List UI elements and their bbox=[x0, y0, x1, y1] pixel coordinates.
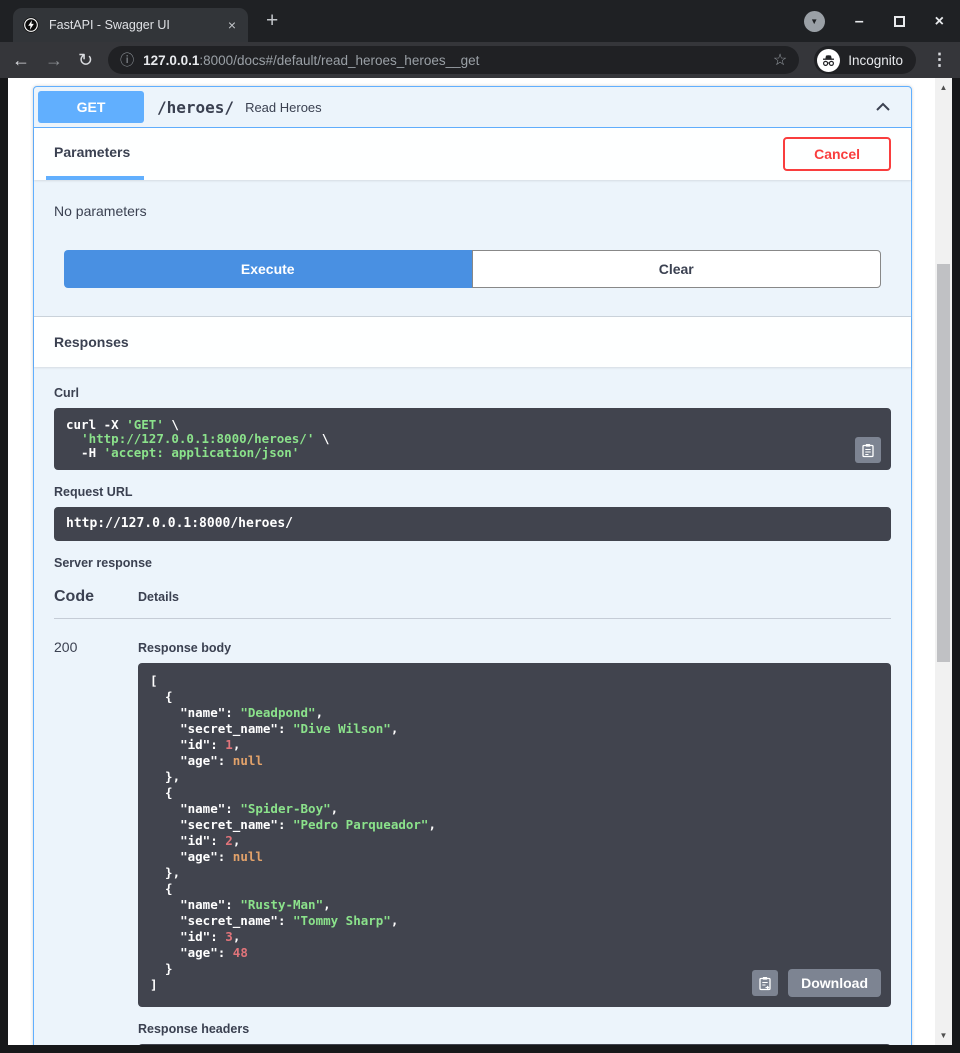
page-scrollbar[interactable]: ▲ ▼ bbox=[935, 78, 952, 1045]
response-body-json: [ { "name": "Deadpond", "secret_name": "… bbox=[150, 673, 879, 993]
incognito-icon bbox=[817, 49, 840, 72]
code-column-header: Code bbox=[54, 588, 138, 606]
minimize-button[interactable]: – bbox=[855, 17, 864, 27]
parameters-header: Parameters Cancel bbox=[34, 128, 911, 180]
tab-title: FastAPI - Swagger UI bbox=[49, 18, 226, 32]
operation-path: /heroes/ bbox=[157, 98, 234, 117]
tab-close-icon[interactable]: × bbox=[226, 17, 238, 33]
site-info-icon[interactable]: ⓘ bbox=[120, 50, 134, 70]
incognito-badge: Incognito bbox=[814, 46, 916, 74]
response-row: 200 Response body [ { "name": "Deadpond"… bbox=[54, 619, 891, 1045]
collapse-chevron-icon[interactable] bbox=[873, 97, 893, 117]
details-column-header: Details bbox=[138, 590, 891, 604]
responses-header: Responses bbox=[34, 317, 911, 367]
reload-button[interactable]: ↻ bbox=[78, 51, 93, 69]
response-headers-block: content-length: 205content-type: applica… bbox=[138, 1044, 891, 1045]
execute-row: Execute Clear bbox=[34, 219, 911, 317]
method-badge: GET bbox=[38, 91, 144, 123]
no-parameters-text: No parameters bbox=[34, 180, 911, 219]
scrollbar-thumb[interactable] bbox=[937, 264, 950, 662]
curl-label: Curl bbox=[54, 386, 891, 400]
download-button[interactable]: Download bbox=[788, 969, 881, 997]
request-url-label: Request URL bbox=[54, 485, 891, 499]
fastapi-favicon-icon bbox=[23, 17, 39, 33]
forward-button[interactable]: → bbox=[45, 51, 63, 69]
page-content: GET /heroes/ Read Heroes Parameters Canc… bbox=[8, 78, 935, 1045]
response-details-cell: Response body [ { "name": "Deadpond", "s… bbox=[138, 639, 891, 1045]
scrollbar-down-icon[interactable]: ▼ bbox=[935, 1031, 952, 1040]
bookmark-star-icon[interactable]: ☆ bbox=[773, 50, 787, 70]
back-button[interactable]: ← bbox=[12, 51, 30, 69]
browser-menu-icon[interactable]: ⋮ bbox=[931, 50, 948, 70]
response-table-header: Code Details bbox=[54, 578, 891, 619]
url-path: :8000/docs#/default/read_heroes_heroes__… bbox=[199, 53, 479, 68]
clear-button[interactable]: Clear bbox=[472, 250, 882, 288]
execute-button[interactable]: Execute bbox=[64, 250, 472, 288]
request-url-block: http://127.0.0.1:8000/heroes/ bbox=[54, 507, 891, 541]
response-headers-label: Response headers bbox=[138, 1022, 891, 1036]
curl-code-block: curl -X 'GET' \ 'http://127.0.0.1:8000/h… bbox=[54, 408, 891, 470]
status-code: 200 bbox=[54, 639, 138, 1045]
window-titlebar: FastAPI - Swagger UI × + ▼ – × bbox=[0, 0, 960, 42]
operation-summary: Read Heroes bbox=[245, 100, 322, 115]
copy-response-button[interactable] bbox=[752, 970, 778, 996]
response-body-label: Response body bbox=[138, 641, 891, 655]
url-text: 127.0.0.1:8000/docs#/default/read_heroes… bbox=[143, 53, 764, 68]
close-window-button[interactable]: × bbox=[935, 13, 944, 31]
tab-parameters[interactable]: Parameters bbox=[46, 128, 144, 180]
scrollbar-up-icon[interactable]: ▲ bbox=[935, 83, 952, 92]
server-response-label: Server response bbox=[54, 556, 891, 570]
request-url-value: http://127.0.0.1:8000/heroes/ bbox=[66, 516, 879, 532]
response-body-block: [ { "name": "Deadpond", "secret_name": "… bbox=[138, 663, 891, 1007]
maximize-button[interactable] bbox=[894, 16, 905, 27]
browser-tab[interactable]: FastAPI - Swagger UI × bbox=[13, 8, 248, 42]
incognito-label: Incognito bbox=[848, 53, 903, 68]
url-bar[interactable]: ⓘ 127.0.0.1:8000/docs#/default/read_hero… bbox=[108, 46, 799, 74]
browser-toolbar: ← → ↻ ⓘ 127.0.0.1:8000/docs#/default/rea… bbox=[0, 42, 960, 78]
operation-summary-bar[interactable]: GET /heroes/ Read Heroes bbox=[34, 87, 911, 128]
responses-section: Curl curl -X 'GET' \ 'http://127.0.0.1:8… bbox=[34, 367, 911, 1045]
operation-block: GET /heroes/ Read Heroes Parameters Canc… bbox=[33, 86, 912, 1045]
url-host: 127.0.0.1 bbox=[143, 53, 199, 68]
tab-search-icon[interactable]: ▼ bbox=[804, 11, 825, 32]
curl-command: curl -X 'GET' \ 'http://127.0.0.1:8000/h… bbox=[66, 418, 879, 460]
cancel-button[interactable]: Cancel bbox=[783, 137, 891, 171]
copy-curl-button[interactable] bbox=[855, 437, 881, 463]
response-body-actions: Download bbox=[752, 969, 881, 997]
new-tab-button[interactable]: + bbox=[266, 9, 278, 33]
